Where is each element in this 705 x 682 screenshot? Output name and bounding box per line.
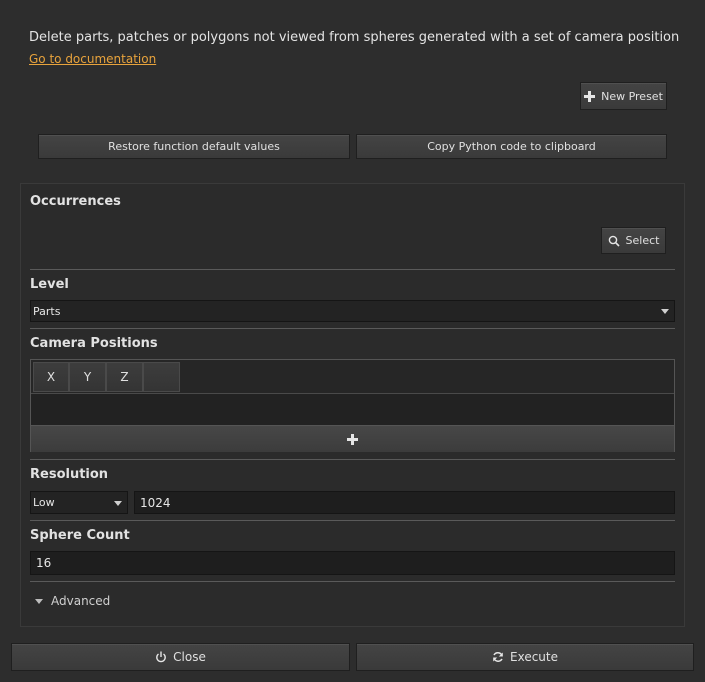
column-header-actions[interactable] [143,362,180,392]
resolution-value: 1024 [140,495,171,510]
collapse-arrow-icon [35,598,43,604]
function-description: Delete parts, patches or polygons not vi… [29,30,680,45]
add-camera-position-button[interactable] [31,425,674,452]
level-dropdown[interactable]: Parts [30,300,675,322]
column-header-x[interactable]: X [33,362,69,392]
resolution-title: Resolution [30,467,109,482]
new-preset-label: New Preset [601,89,663,103]
chevron-down-icon [114,500,122,506]
sphere-count-title: Sphere Count [30,528,130,543]
advanced-label: Advanced [51,594,111,608]
copy-python-button[interactable]: Copy Python code to clipboard [356,134,667,159]
camera-positions-title: Camera Positions [30,336,158,351]
execute-button[interactable]: Execute [356,643,694,671]
divider [30,459,675,460]
level-title: Level [30,277,69,292]
new-preset-button[interactable]: New Preset [580,82,667,110]
divider [30,269,675,270]
documentation-link[interactable]: Go to documentation [29,52,156,66]
divider [30,328,675,329]
refresh-icon [492,651,504,663]
plus-icon [347,433,358,445]
select-label: Select [625,234,660,247]
restore-defaults-button[interactable]: Restore function default values [38,134,350,159]
camera-positions-table: X Y Z [30,359,675,452]
divider [30,581,675,582]
search-icon [608,235,620,247]
restore-defaults-label: Restore function default values [108,140,280,153]
resolution-preset-value: Low [33,496,55,509]
level-value: Parts [33,304,61,318]
power-icon [155,651,167,663]
execute-label: Execute [510,650,558,664]
column-header-y[interactable]: Y [69,362,106,392]
sphere-count-value: 16 [36,556,52,570]
column-header-z[interactable]: Z [106,362,143,392]
divider [30,520,675,521]
close-label: Close [173,650,206,664]
sphere-count-input[interactable]: 16 [30,551,675,575]
close-button[interactable]: Close [11,643,350,671]
copy-python-label: Copy Python code to clipboard [427,140,596,153]
chevron-down-icon [661,309,669,314]
resolution-preset-dropdown[interactable]: Low [30,491,128,514]
advanced-toggle[interactable]: Advanced [35,594,110,608]
plus-icon [584,90,596,102]
table-empty-area [31,393,674,425]
select-occurrences-button[interactable]: Select [601,227,666,254]
resolution-input[interactable]: 1024 [134,491,675,514]
occurrences-title: Occurrences [30,194,121,209]
